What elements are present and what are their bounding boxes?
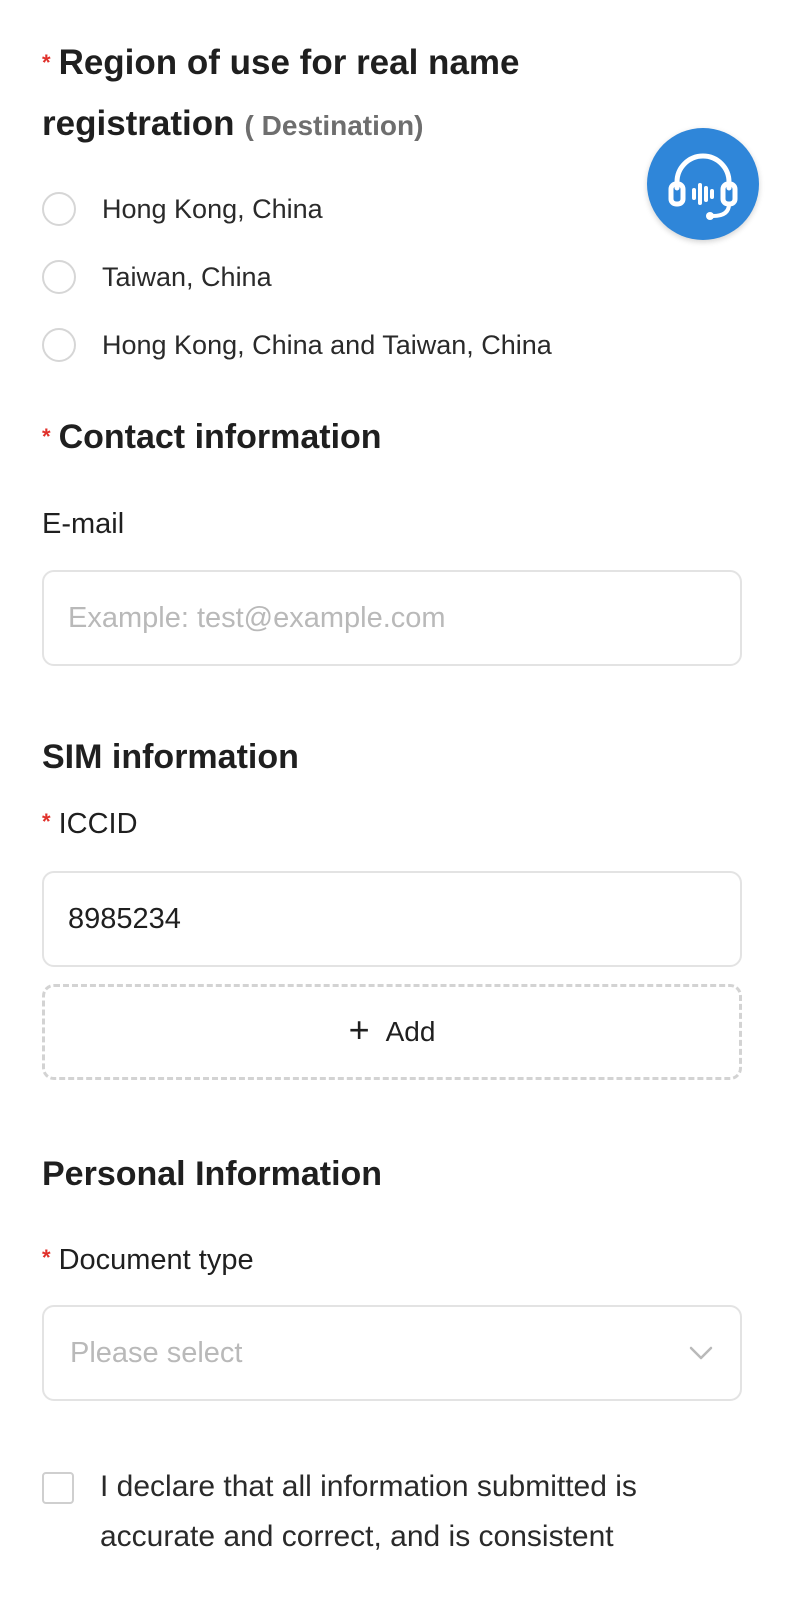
document-type-label: * Document type xyxy=(42,1244,254,1277)
declaration-checkbox[interactable] xyxy=(42,1472,74,1504)
declaration-row: I declare that all information submitted… xyxy=(42,1462,762,1562)
radio-label: Hong Kong, China xyxy=(102,193,323,224)
required-mark: * xyxy=(42,424,51,449)
add-sim-label: Add xyxy=(385,1016,436,1047)
chevron-down-icon xyxy=(689,1346,713,1360)
iccid-input[interactable] xyxy=(42,871,742,967)
region-option-taiwan[interactable]: Taiwan, China xyxy=(42,248,552,316)
document-type-placeholder: Please select xyxy=(70,1336,243,1369)
email-label: E-mail xyxy=(42,508,125,540)
region-option-both[interactable]: Hong Kong, China and Taiwan, China xyxy=(42,316,552,384)
add-sim-button[interactable]: + Add xyxy=(42,984,742,1080)
plus-icon: + xyxy=(348,1009,370,1050)
radio-label: Hong Kong, China and Taiwan, China xyxy=(102,329,552,360)
document-type-label-text: Document type xyxy=(58,1244,254,1276)
headset-icon xyxy=(668,153,738,220)
declaration-text: I declare that all information submitted… xyxy=(100,1470,637,1553)
radio-button[interactable] xyxy=(42,328,76,362)
personal-section-title: Personal Information xyxy=(42,1155,383,1193)
contact-title-text: Contact information xyxy=(58,418,382,456)
document-type-select[interactable]: Please select xyxy=(42,1305,742,1401)
iccid-label-text: ICCID xyxy=(58,808,138,840)
iccid-label: * ICCID xyxy=(42,808,138,841)
email-field[interactable] xyxy=(42,570,742,666)
destination-note: ( Destination) xyxy=(244,110,424,141)
contact-section-title: * Contact information xyxy=(42,418,382,457)
sim-section-title: SIM information xyxy=(42,738,299,776)
required-mark: * xyxy=(42,1245,51,1270)
region-option-hong-kong[interactable]: Hong Kong, China xyxy=(42,180,552,248)
radio-label: Taiwan, China xyxy=(102,261,272,292)
required-mark: * xyxy=(42,50,51,75)
region-radio-group: Hong Kong, China Taiwan, China Hong Kong… xyxy=(42,180,552,384)
region-title: * Region of use for real name registratio… xyxy=(42,34,642,154)
radio-button[interactable] xyxy=(42,192,76,226)
required-mark: * xyxy=(42,809,51,834)
radio-button[interactable] xyxy=(42,260,76,294)
customer-support-button[interactable] xyxy=(647,128,759,240)
